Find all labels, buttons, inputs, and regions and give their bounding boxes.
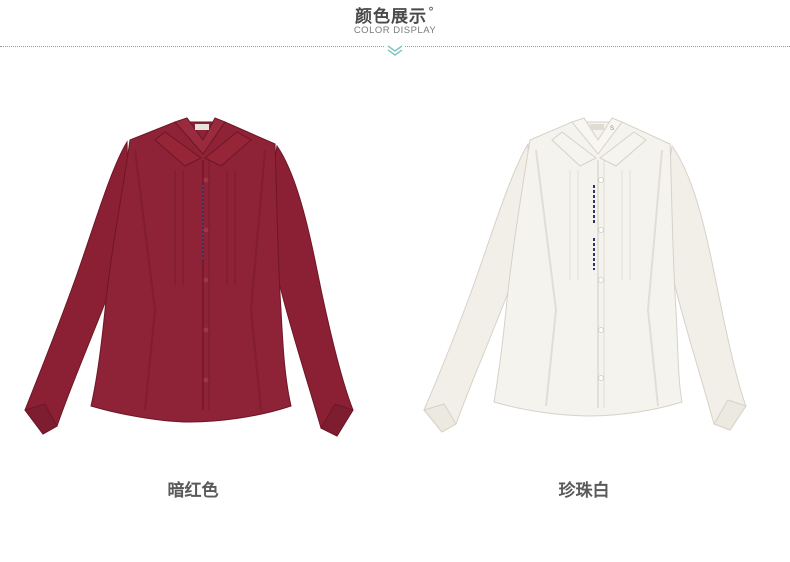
product-image-burgundy-shirt[interactable] [15,110,375,450]
product-label-burgundy: 暗红色 [167,481,219,501]
section-subtitle: COLOR DISPLAY [353,25,437,36]
double-chevron-down-icon [385,43,405,57]
shirt-illustration-pearl-white: S [423,117,747,433]
section-title-text: 颜色展示 [355,7,427,27]
product-label-pearl-white: 珍珠白 [558,481,610,501]
product-image-pearl-white-shirt[interactable]: S [410,110,770,450]
section-header: 颜色展示° COLOR DISPLAY [0,0,790,60]
shirt-illustration-burgundy [24,117,354,437]
title-degree-mark: ° [428,5,435,19]
section-title: 颜色展示° [0,2,790,27]
svg-text:S: S [610,126,614,132]
